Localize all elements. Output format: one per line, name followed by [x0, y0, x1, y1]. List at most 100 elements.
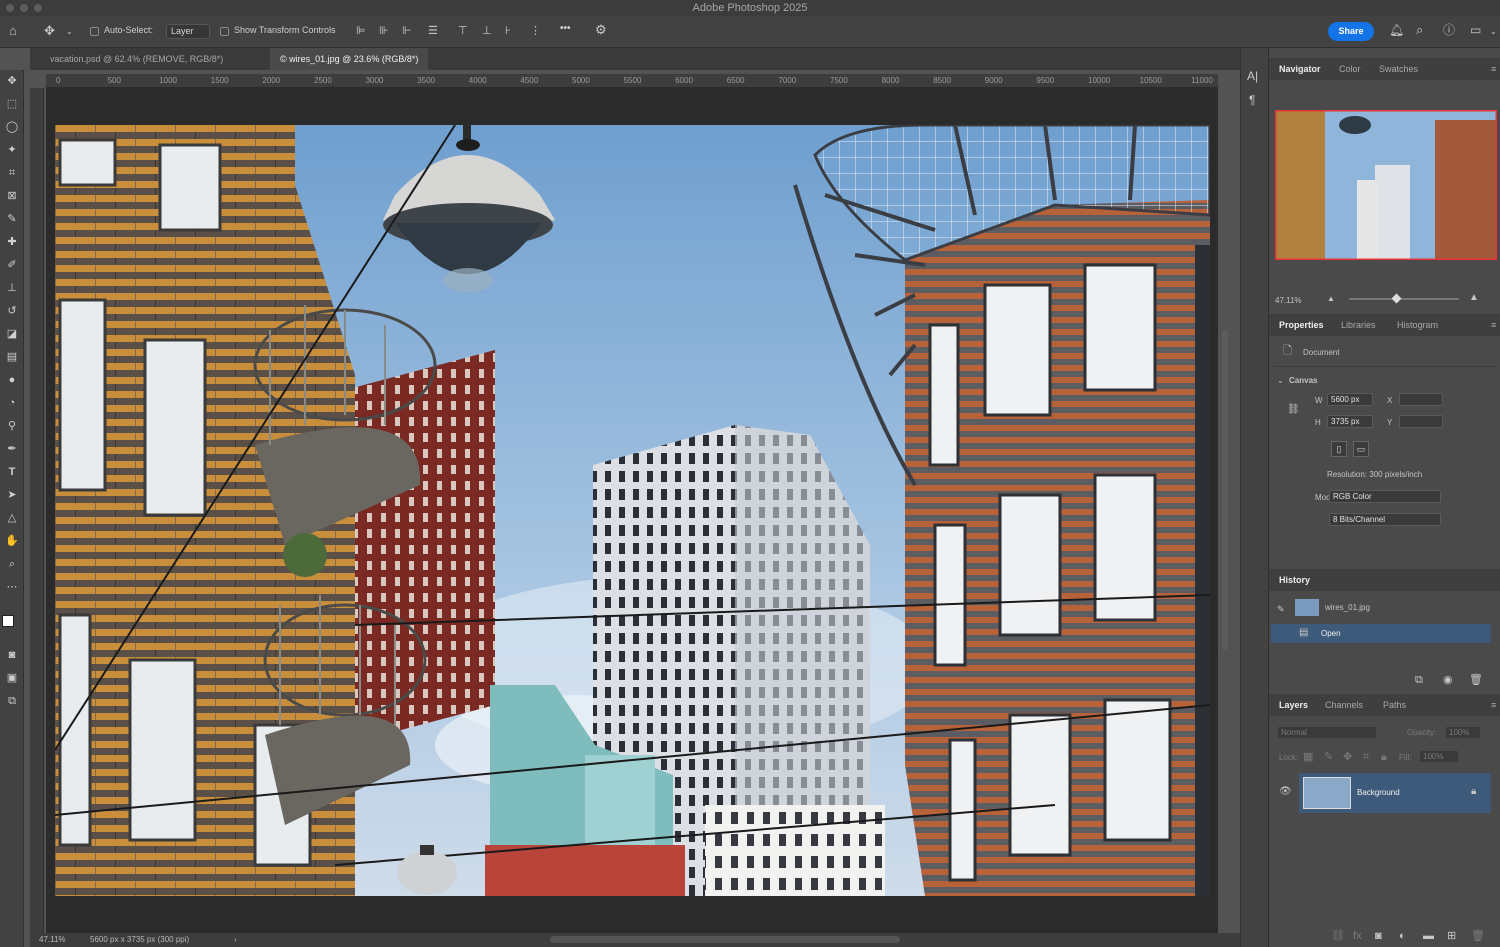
chevron-down-icon[interactable]: ⌄	[66, 26, 73, 38]
eyedropper-icon[interactable]: ✎	[3, 210, 21, 228]
pen-icon[interactable]: ✒	[3, 440, 21, 458]
snapshot-name[interactable]: wires_01.jpg	[1325, 603, 1370, 612]
close-window-button[interactable]	[6, 4, 14, 12]
align-bottom-icon[interactable]: ⊦	[505, 25, 511, 37]
character-icon[interactable]: A|	[1247, 70, 1258, 82]
properties-menu-icon[interactable]: ≡	[1491, 314, 1496, 336]
magic-wand-icon[interactable]: ✦	[3, 141, 21, 159]
screen-mode-icon[interactable]: ▣	[3, 669, 21, 687]
trash-icon[interactable]: 🗑︎	[1469, 674, 1483, 686]
history-state-row[interactable]: ▤ Open	[1271, 624, 1491, 643]
status-arrow[interactable]: ›	[234, 933, 237, 947]
tab-channels[interactable]: Channels	[1325, 694, 1363, 716]
path-selection-icon[interactable]: ➤	[3, 486, 21, 504]
panel-menu-icon[interactable]: ≡	[1491, 58, 1496, 80]
align-right-icon[interactable]: ⊩	[402, 25, 412, 37]
type-icon[interactable]: T	[3, 463, 21, 481]
tab-navigator[interactable]: Navigator	[1279, 58, 1321, 80]
eraser-icon[interactable]: ◪	[3, 325, 21, 343]
fill-field[interactable]: 100%	[1419, 750, 1459, 763]
more-options-button[interactable]: •••	[560, 23, 571, 34]
distribute-icon[interactable]: ☰	[428, 25, 438, 37]
tab-libraries[interactable]: Libraries	[1341, 314, 1376, 336]
blur-icon[interactable]: ●	[3, 371, 21, 389]
align-center-icon[interactable]: ⊪	[379, 25, 389, 37]
dodge-icon[interactable]: ◔	[3, 394, 21, 412]
zoom-icon[interactable]: ⌕	[3, 555, 21, 573]
quick-mask-icon[interactable]: ◙	[3, 646, 21, 664]
layer-row-background[interactable]: Background 🔒︎	[1299, 773, 1491, 813]
lasso-icon[interactable]: ◯	[3, 118, 21, 136]
zoom-window-button[interactable]	[34, 4, 42, 12]
align-top-icon[interactable]: ⊤	[458, 25, 468, 37]
more-tools-icon[interactable]: ⋯	[3, 578, 21, 596]
navigator-preview[interactable]	[1275, 110, 1497, 260]
shape-icon[interactable]: △	[3, 509, 21, 527]
align-middle-icon[interactable]: ⊥	[482, 25, 492, 37]
help-icon[interactable]: ⓘ	[1443, 24, 1455, 36]
eye-icon[interactable]: 👁︎	[1279, 786, 1292, 798]
status-zoom[interactable]: 47.11%	[39, 933, 66, 947]
tab-paths[interactable]: Paths	[1383, 694, 1406, 716]
bell-icon[interactable]: 🔔︎	[1389, 24, 1404, 36]
tab-layers[interactable]: Layers	[1279, 694, 1308, 716]
navigator-zoom-slider[interactable]	[1349, 298, 1459, 300]
delete-layer-icon[interactable]: 🗑︎	[1471, 930, 1485, 942]
new-group-icon[interactable]: ▬	[1423, 930, 1434, 942]
hand-icon[interactable]: ✋	[3, 532, 21, 550]
clone-stamp-icon[interactable]: ⊥	[3, 279, 21, 297]
distribute-vertical-icon[interactable]: ⋮	[530, 25, 541, 37]
tab-properties[interactable]: Properties	[1279, 314, 1324, 336]
adjustment-layer-icon[interactable]: ◐	[1399, 930, 1406, 942]
fx-icon[interactable]: fx	[1353, 930, 1362, 942]
portrait-orientation-icon[interactable]: ▯	[1331, 441, 1347, 457]
new-document-from-state-icon[interactable]: ⧉	[1415, 674, 1423, 686]
zoom-in-icon[interactable]: ▲	[1469, 292, 1479, 304]
opacity-field[interactable]: 100%	[1445, 726, 1481, 739]
vertical-scrollbar[interactable]	[1222, 330, 1228, 650]
workspace-icon[interactable]: ▭	[1470, 24, 1481, 36]
tab-history[interactable]: History	[1279, 569, 1310, 591]
horizontal-scrollbar[interactable]	[550, 936, 900, 943]
history-brush-icon[interactable]: ↺	[3, 302, 21, 320]
width-field[interactable]: 5600 px	[1327, 393, 1373, 406]
lock-all-icon[interactable]: 🔒︎	[1381, 751, 1387, 763]
canvas-section-title[interactable]: Canvas	[1289, 376, 1317, 385]
paragraph-icon[interactable]: ¶	[1249, 94, 1255, 106]
y-field[interactable]	[1399, 415, 1443, 428]
search-icon[interactable]: ⌕	[1416, 23, 1423, 36]
lock-position-icon[interactable]: ✥	[1343, 751, 1352, 763]
foreground-color-swatch[interactable]	[2, 615, 14, 627]
lock-artboard-icon[interactable]: ⌗	[1363, 751, 1369, 763]
navigator-zoom-value[interactable]: 47.11%	[1275, 296, 1302, 305]
marquee-icon[interactable]: ⬚	[3, 95, 21, 113]
lock-paint-icon[interactable]: ✎	[1324, 751, 1333, 763]
camera-icon[interactable]: ◉	[1443, 674, 1453, 686]
landscape-orientation-icon[interactable]: ▭	[1353, 441, 1369, 457]
move-tool-icon[interactable]: ✥	[44, 24, 55, 37]
show-transform-checkbox[interactable]	[220, 27, 229, 36]
tab-wires[interactable]: © wires_01.jpg @ 23.6% (RGB/8*)	[270, 48, 429, 70]
mode-dropdown[interactable]: RGB Color	[1329, 490, 1441, 503]
edit-toolbar-icon[interactable]: ⧉	[3, 692, 21, 710]
layers-menu-icon[interactable]: ≡	[1491, 694, 1496, 716]
minimize-window-button[interactable]	[20, 4, 28, 12]
add-mask-icon[interactable]: ◙	[1375, 930, 1382, 942]
gear-icon[interactable]: ⚙	[595, 23, 607, 36]
zoom-out-icon[interactable]: ▲	[1327, 293, 1335, 305]
frame-icon[interactable]: ⊠	[3, 187, 21, 205]
zoom-lens-icon[interactable]: ⚲	[3, 417, 21, 435]
bits-dropdown[interactable]: 8 Bits/Channel	[1329, 513, 1441, 526]
new-layer-icon[interactable]: ⊞	[1447, 930, 1456, 942]
workspace-chevron-icon[interactable]: ⌄	[1490, 26, 1497, 38]
document-image[interactable]	[55, 125, 1210, 896]
height-field[interactable]: 3735 px	[1327, 415, 1373, 428]
healing-brush-icon[interactable]: ✚	[3, 233, 21, 251]
history-brush-source-icon[interactable]: ✎	[1277, 603, 1285, 615]
tab-vacation[interactable]: vacation.psd @ 62.4% (REMOVE, RGB/8*)	[40, 48, 233, 70]
blend-mode-dropdown[interactable]: Normal	[1277, 726, 1377, 739]
share-button[interactable]: Share	[1328, 22, 1374, 41]
layer-lock-icon[interactable]: 🔒︎	[1471, 786, 1476, 798]
brush-icon[interactable]: ✐	[3, 256, 21, 274]
canvas-chevron-icon[interactable]: ⌄	[1277, 376, 1284, 385]
